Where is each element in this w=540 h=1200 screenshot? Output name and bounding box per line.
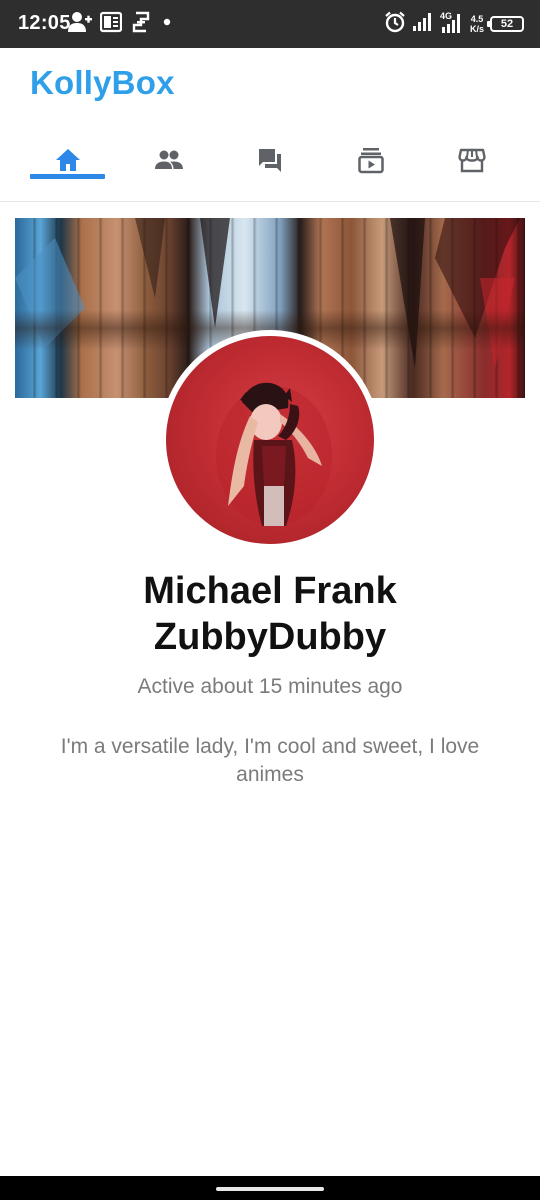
battery-level: 52 [500, 18, 514, 30]
status-icons-left [68, 11, 174, 38]
nav-store[interactable] [434, 142, 509, 182]
add-person-icon [68, 11, 92, 38]
home-icon [54, 147, 82, 178]
profile-screen: 12:05 4G 4.5 K/s 52 KollyBox Michael Fra… [0, 0, 540, 1200]
status-icons-right: 4G 4.5 K/s 52 [384, 10, 524, 38]
app-icon [130, 11, 152, 38]
status-time: 12:05 [18, 12, 71, 34]
top-nav [0, 128, 540, 202]
nav-messages[interactable] [232, 142, 307, 182]
video-library-icon [357, 146, 385, 179]
net-speed: 4.5 K/s [470, 14, 484, 34]
svg-text:4G: 4G [440, 11, 452, 21]
app-title: KollyBox [30, 64, 175, 101]
signal-icon [412, 12, 434, 37]
signal-4g-icon: 4G [440, 10, 464, 39]
profile-name-line1: Michael Frank [143, 570, 397, 612]
net-speed-value: 4.5 [470, 14, 484, 24]
net-speed-unit: K/s [469, 24, 484, 34]
gesture-bar [0, 1176, 540, 1200]
home-indicator[interactable] [216, 1187, 324, 1191]
profile-bio: I'm a versatile lady, I'm cool and sweet… [60, 735, 480, 786]
status-bar: 12:05 4G 4.5 K/s 52 [0, 0, 540, 48]
nav-videos[interactable] [333, 142, 408, 182]
battery-icon: 52 [487, 16, 524, 32]
nav-friends[interactable] [131, 142, 206, 182]
profile-name-line2: ZubbyDubby [153, 616, 387, 658]
active-status: Active about 15 minutes ago [137, 675, 403, 698]
dot-icon [160, 11, 174, 38]
people-icon [154, 149, 184, 176]
chat-icon [256, 146, 284, 179]
powerpoint-icon [99, 11, 123, 38]
avatar[interactable] [166, 336, 374, 544]
profile-name: Michael Frank ZubbyDubby [0, 568, 540, 660]
store-icon [457, 146, 486, 179]
nav-active-indicator [30, 174, 105, 179]
alarm-icon [384, 11, 406, 38]
